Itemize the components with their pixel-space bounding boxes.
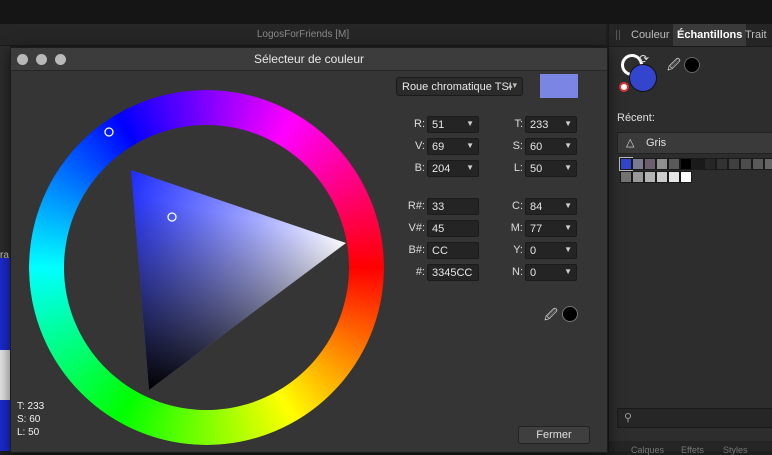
palette-select[interactable]: △ Gris	[617, 132, 772, 154]
t-field[interactable]: 233 ▼	[525, 116, 577, 133]
eyedropper-icon[interactable]: 🖉	[544, 306, 558, 328]
r-field[interactable]: 51 ▼	[427, 116, 479, 133]
b-field[interactable]: 204 ▼	[427, 160, 479, 177]
label-m: M:	[510, 222, 523, 234]
swap-colors-icon[interactable]: ⟳	[639, 52, 649, 66]
swatch[interactable]	[752, 158, 764, 170]
swatch[interactable]	[680, 171, 692, 183]
b-hex-field[interactable]: CC	[427, 242, 479, 259]
readout-l: L: 50	[17, 427, 40, 438]
swatches-panel: Couleur Échantillons Trait ⟳ 🖉 Récent: △…	[608, 24, 772, 455]
label-s: S:	[512, 140, 523, 152]
label-v: V:	[415, 140, 425, 152]
dialog-title: Sélecteur de couleur	[253, 52, 365, 66]
tab-trait[interactable]: Trait	[745, 29, 767, 41]
label-c: C:	[512, 200, 523, 212]
color-model-value: Roue chromatique TSI	[402, 81, 512, 93]
label-y: Y:	[513, 244, 523, 256]
swatch[interactable]	[692, 158, 704, 170]
m-field[interactable]: 77 ▼	[525, 220, 577, 237]
color-model-select[interactable]: Roue chromatique TSI ▴▾	[396, 77, 523, 96]
s-field[interactable]: 60 ▼	[525, 138, 577, 155]
swatch[interactable]	[668, 158, 680, 170]
swatch[interactable]	[656, 171, 668, 183]
color-picker-dialog: Sélecteur de couleur Roue chromatique TS…	[10, 47, 608, 453]
recent-label: Récent:	[617, 112, 655, 124]
swatch[interactable]	[764, 158, 772, 170]
swatch[interactable]	[704, 158, 716, 170]
swatch[interactable]	[656, 158, 668, 170]
swatch-grid	[619, 157, 772, 186]
hsl-readout: T: 233 S: 60 L: 50	[17, 400, 44, 439]
canvas-text-fragment: ra	[0, 250, 9, 261]
label-n: N:	[512, 266, 523, 278]
select-arrows-icon: ▴▾	[507, 80, 517, 90]
panel-tab-bar: Couleur Échantillons Trait	[609, 24, 772, 47]
c-field[interactable]: 84 ▼	[525, 198, 577, 215]
swatch[interactable]	[644, 158, 656, 170]
tab-echantillons[interactable]: Échantillons	[673, 24, 747, 46]
hsl-color-wheel[interactable]	[29, 90, 384, 445]
picked-color-dot	[684, 57, 700, 73]
swatch[interactable]	[632, 158, 644, 170]
v-hex-field[interactable]: 45	[427, 220, 479, 237]
label-r: R:	[414, 118, 425, 130]
label-r-hex: R#:	[407, 200, 425, 212]
r-hex-field[interactable]: 33	[427, 198, 479, 215]
label-v-hex: V#:	[408, 222, 425, 234]
readout-t: T: 233	[17, 401, 45, 412]
fill-color-well[interactable]	[629, 64, 657, 92]
tab-styles[interactable]: Styles	[723, 445, 748, 455]
n-field[interactable]: 0 ▼	[525, 264, 577, 281]
swatch[interactable]	[716, 158, 728, 170]
label-l: L:	[513, 162, 523, 174]
swatch[interactable]	[632, 171, 644, 183]
l-field[interactable]: 50 ▼	[525, 160, 577, 177]
search-icon: ⚲	[624, 412, 633, 424]
tab-couleur[interactable]: Couleur	[631, 29, 670, 41]
y-field[interactable]: 0 ▼	[525, 242, 577, 259]
color-preview-swatch	[540, 74, 578, 98]
swatch[interactable]	[620, 171, 632, 183]
label-b-hex: B#:	[408, 244, 425, 256]
swatch[interactable]	[644, 171, 656, 183]
label-t: T:	[514, 118, 523, 130]
dialog-titlebar: Sélecteur de couleur	[11, 48, 607, 71]
hex-field[interactable]: 3345CC	[427, 264, 479, 281]
color-picker-pipette-icon[interactable]: 🖉	[667, 56, 681, 78]
tab-effets[interactable]: Effets	[681, 445, 704, 455]
readout-s: S: 60	[17, 414, 41, 425]
document-title: LogosForFriends [M]	[256, 29, 350, 40]
swatch[interactable]	[680, 158, 692, 170]
swatch[interactable]	[740, 158, 752, 170]
eyedropper-color-dot	[562, 306, 578, 322]
tab-calques[interactable]: Calques	[631, 445, 664, 455]
palette-triangle-icon: △	[626, 137, 635, 149]
v-field[interactable]: 69 ▼	[427, 138, 479, 155]
close-button[interactable]: Fermer	[518, 426, 590, 444]
swatch[interactable]	[728, 158, 740, 170]
panel-grip[interactable]	[616, 30, 620, 40]
document-tab-bar: LogosForFriends [M]	[0, 24, 606, 46]
swatch[interactable]	[668, 171, 680, 183]
label-hex: #:	[415, 266, 425, 278]
no-color-icon[interactable]	[619, 82, 629, 92]
swatch-search-input[interactable]: ⚲	[617, 408, 772, 428]
palette-name: Gris	[646, 137, 667, 149]
app-toolbar	[0, 0, 772, 24]
label-b: B:	[414, 162, 425, 174]
canvas-white-area	[0, 350, 10, 400]
swatch[interactable]	[619, 157, 633, 171]
